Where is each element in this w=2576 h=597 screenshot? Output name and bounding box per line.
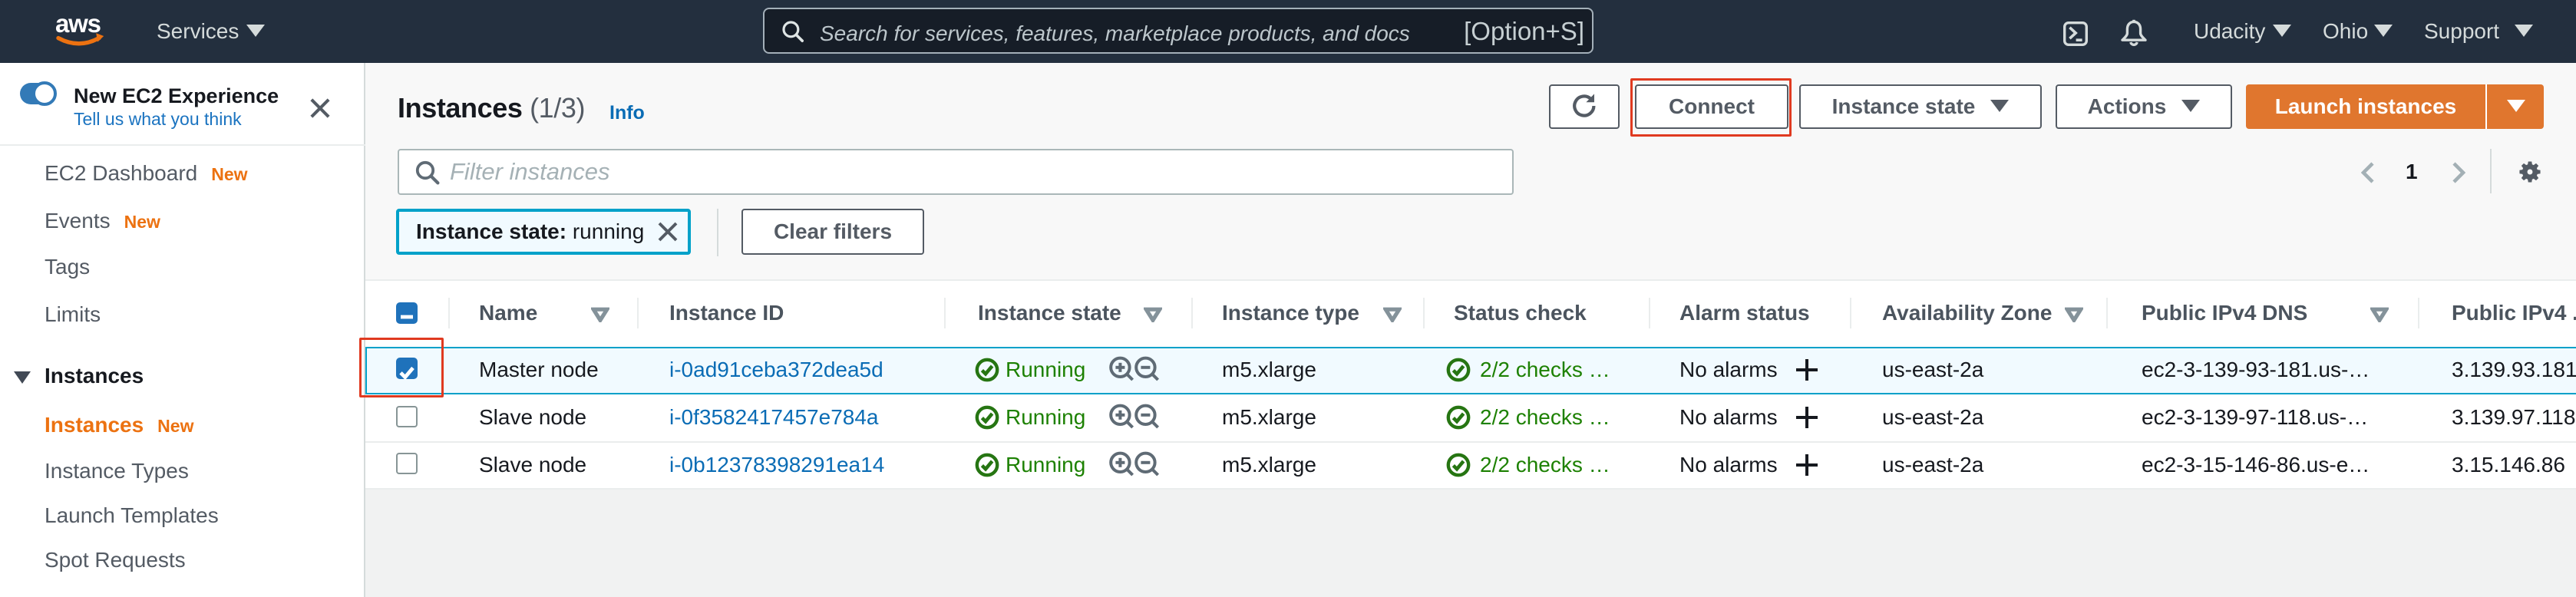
svg-text:aws: aws (55, 12, 101, 38)
